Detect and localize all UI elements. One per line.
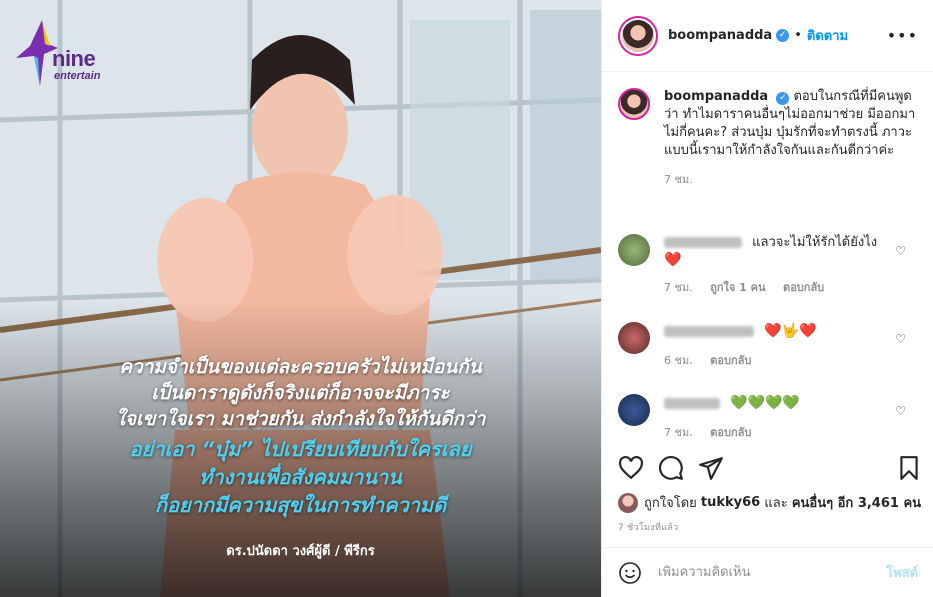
author-avatar[interactable] [618, 15, 658, 56]
comment-input[interactable] [658, 565, 868, 580]
more-options-icon[interactable]: ••• [887, 26, 918, 45]
share-send-icon[interactable] [698, 455, 724, 481]
comment-like-heart-icon[interactable]: ♡ [895, 244, 906, 258]
post-timestamp[interactable]: 7 ชั่วโมงที่แล้ว [618, 520, 679, 534]
add-comment-bar: โพสต์ [602, 547, 933, 597]
instagram-post-modal: nine entertain ความจำเป็นของแต่ละครอบครั… [0, 0, 933, 597]
comment-emoji: ❤️ [664, 252, 682, 268]
like-heart-icon[interactable] [618, 455, 644, 481]
commenter-avatar[interactable] [618, 322, 650, 354]
commenter-avatar[interactable] [618, 234, 650, 266]
commenter-username-blurred[interactable] [664, 326, 754, 337]
logo-text-entertain: entertain [54, 70, 101, 82]
comment-bubble-icon[interactable] [658, 455, 684, 481]
post-caption: boompanadda ✓ ตอบในกรณีที่มีคนพูดว่า ทำไ… [618, 88, 918, 188]
likes-summary: ถูกใจโดย tukky66 และ คนอื่นๆ อีก 3,461 ค… [618, 492, 921, 513]
post-actions-bar [618, 455, 918, 485]
caption-author-avatar[interactable] [618, 88, 650, 120]
comment-item: ❤️🤟❤️ 6 ชม. ตอบกลับ ♡ [618, 322, 918, 369]
reply-button[interactable]: ตอบกลับ [710, 354, 751, 367]
likes-prefix: ถูกใจโดย [644, 496, 697, 511]
caption-username[interactable]: boompanadda [664, 89, 768, 104]
likes-others-count[interactable]: คนอื่นๆ อีก 3,461 คน [792, 492, 921, 513]
comment-time[interactable]: 7 ชม. [664, 281, 693, 294]
verified-badge-icon: ✓ [776, 29, 790, 42]
smile-icon[interactable] [618, 561, 642, 585]
comment-item: แลวจะไม่ให้รักได้ยังไง ❤️ 7 ชม. ถูกใจ 1 … [618, 234, 918, 296]
comment-like-heart-icon[interactable]: ♡ [895, 332, 906, 346]
caption-line-3: ใจเขาใจเรา มาช่วยกัน ส่งกำลังใจให้กันดีก… [115, 408, 486, 430]
commenter-username-blurred[interactable] [664, 237, 742, 248]
reply-button[interactable]: ตอบกลับ [710, 426, 751, 439]
comment-emoji: 💚💚💚💚 [730, 395, 800, 411]
image-credit: ดร.ปนัดดา วงศ์ผู้ดี / พีรีกร [226, 544, 375, 559]
post-header: boompanadda ✓ • ติดตาม ••• [602, 0, 933, 72]
post-side-panel: boompanadda ✓ • ติดตาม ••• boompanadda ✓… [601, 0, 933, 597]
comment-time[interactable]: 7 ชม. [664, 426, 693, 439]
follow-button[interactable]: ติดตาม [807, 25, 848, 46]
logo-text-nine: nine [52, 46, 96, 71]
separator-dot: • [794, 28, 802, 43]
commenter-avatar[interactable] [618, 394, 650, 426]
post-image[interactable]: nine entertain ความจำเป็นของแต่ละครอบครั… [0, 0, 601, 597]
reply-button[interactable]: ตอบกลับ [783, 281, 824, 294]
liker-avatar[interactable] [618, 492, 638, 513]
author-username[interactable]: boompanadda [668, 28, 772, 43]
comment-like-heart-icon[interactable]: ♡ [895, 404, 906, 418]
likes-middle: และ [764, 496, 788, 511]
commenter-username-blurred[interactable] [664, 398, 720, 409]
caption-time[interactable]: 7 ชม. [664, 173, 693, 186]
comment-item: 💚💚💚💚 7 ชม. ตอบกลับ ♡ [618, 394, 918, 441]
comment-emoji: ❤️🤟❤️ [764, 323, 817, 339]
nine-entertain-logo: nine entertain [14, 18, 114, 98]
highlight-line-3: ก็อยากมีความสุขในการทำความดี [154, 493, 447, 517]
verified-badge-icon: ✓ [776, 92, 790, 105]
liker-username[interactable]: tukky66 [701, 495, 760, 510]
post-comment-button[interactable]: โพสต์ [886, 562, 918, 583]
comment-time[interactable]: 6 ชม. [664, 354, 693, 367]
comment-text: แลวจะไม่ให้รักได้ยังไง [752, 235, 878, 250]
comment-likes[interactable]: ถูกใจ 1 คน [710, 281, 765, 294]
save-bookmark-icon[interactable] [896, 455, 922, 481]
